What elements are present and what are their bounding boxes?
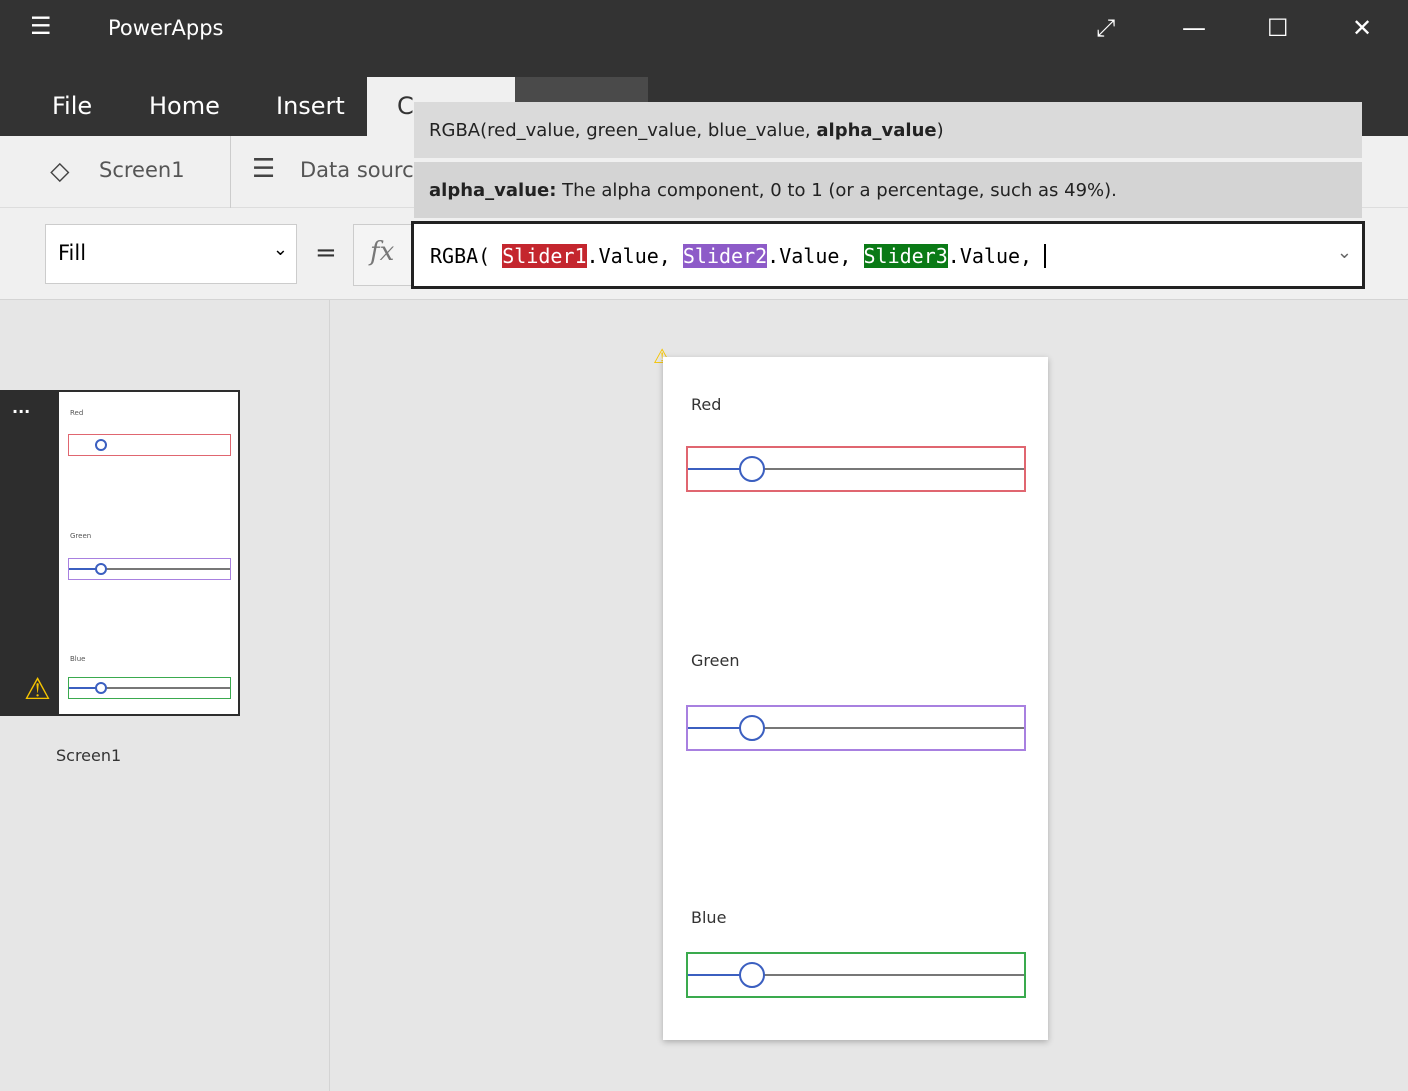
text-cursor bbox=[1044, 244, 1059, 268]
thumb-label-red: Red bbox=[70, 409, 84, 417]
screen-thumbnail-label: Screen1 bbox=[56, 746, 122, 765]
property-value: Fill bbox=[58, 241, 87, 265]
slider2-token: Slider2 bbox=[682, 244, 768, 268]
expand-formula-chevron-icon[interactable]: ⌄ bbox=[1337, 242, 1352, 263]
close-icon[interactable]: ✕ bbox=[1352, 14, 1372, 42]
parameter-description-tooltip: alpha_value: The alpha component, 0 to 1… bbox=[414, 162, 1362, 218]
thumb-label-green: Green bbox=[70, 532, 92, 540]
app-title: PowerApps bbox=[108, 16, 224, 40]
formula-text: RGBA( bbox=[430, 244, 503, 268]
hamburger-icon[interactable]: ☰ bbox=[30, 12, 52, 40]
app-canvas: Red Green Blue bbox=[663, 357, 1048, 1040]
thumb-slider-red bbox=[68, 434, 231, 456]
formula-text: .Value, bbox=[947, 244, 1045, 268]
warning-icon: ⚠ bbox=[24, 672, 51, 707]
formula-text: .Value, bbox=[767, 244, 864, 268]
expand-icon[interactable]: ⤢ bbox=[1096, 14, 1115, 42]
screen-selector[interactable]: Screen1 bbox=[99, 158, 185, 182]
formula-text: .Value, bbox=[586, 244, 683, 268]
database-icon: ☰ bbox=[252, 154, 276, 184]
thumb-slider-green bbox=[68, 558, 231, 580]
thumb-slider-blue bbox=[68, 677, 231, 699]
maximize-icon[interactable]: ☐ bbox=[1267, 14, 1289, 42]
equals-sign: = bbox=[315, 238, 337, 268]
divider bbox=[230, 136, 231, 208]
data-sources-button[interactable]: Data source bbox=[300, 158, 427, 182]
tab-content[interactable]: C bbox=[397, 92, 414, 120]
formula-input[interactable]: RGBA( Slider1.Value, Slider2.Value, Slid… bbox=[411, 221, 1365, 289]
label-green[interactable]: Green bbox=[691, 651, 739, 670]
more-options-icon[interactable]: ... bbox=[12, 398, 30, 417]
slider-red[interactable] bbox=[686, 446, 1026, 492]
label-red[interactable]: Red bbox=[691, 395, 721, 414]
slider-green[interactable] bbox=[686, 705, 1026, 751]
tag-icon: ⬦ bbox=[50, 154, 70, 187]
tab-home[interactable]: Home bbox=[149, 92, 220, 120]
slider-blue[interactable] bbox=[686, 952, 1026, 998]
function-signature-tooltip: RGBA(red_value, green_value, blue_value,… bbox=[414, 102, 1362, 158]
slider1-token: Slider1 bbox=[502, 244, 587, 268]
slider3-token: Slider3 bbox=[863, 244, 948, 268]
tab-insert[interactable]: Insert bbox=[276, 92, 345, 120]
label-blue[interactable]: Blue bbox=[691, 908, 726, 927]
chevron-down-icon: ⌄ bbox=[272, 239, 288, 260]
fx-icon: fx bbox=[353, 224, 413, 286]
property-dropdown[interactable]: Fill ⌄ bbox=[45, 224, 297, 284]
thumb-label-blue: Blue bbox=[70, 655, 86, 663]
screen-thumbnail[interactable]: Red Green Blue bbox=[59, 392, 238, 714]
minimize-icon[interactable]: — bbox=[1182, 14, 1206, 42]
tab-file[interactable]: File bbox=[52, 92, 92, 120]
